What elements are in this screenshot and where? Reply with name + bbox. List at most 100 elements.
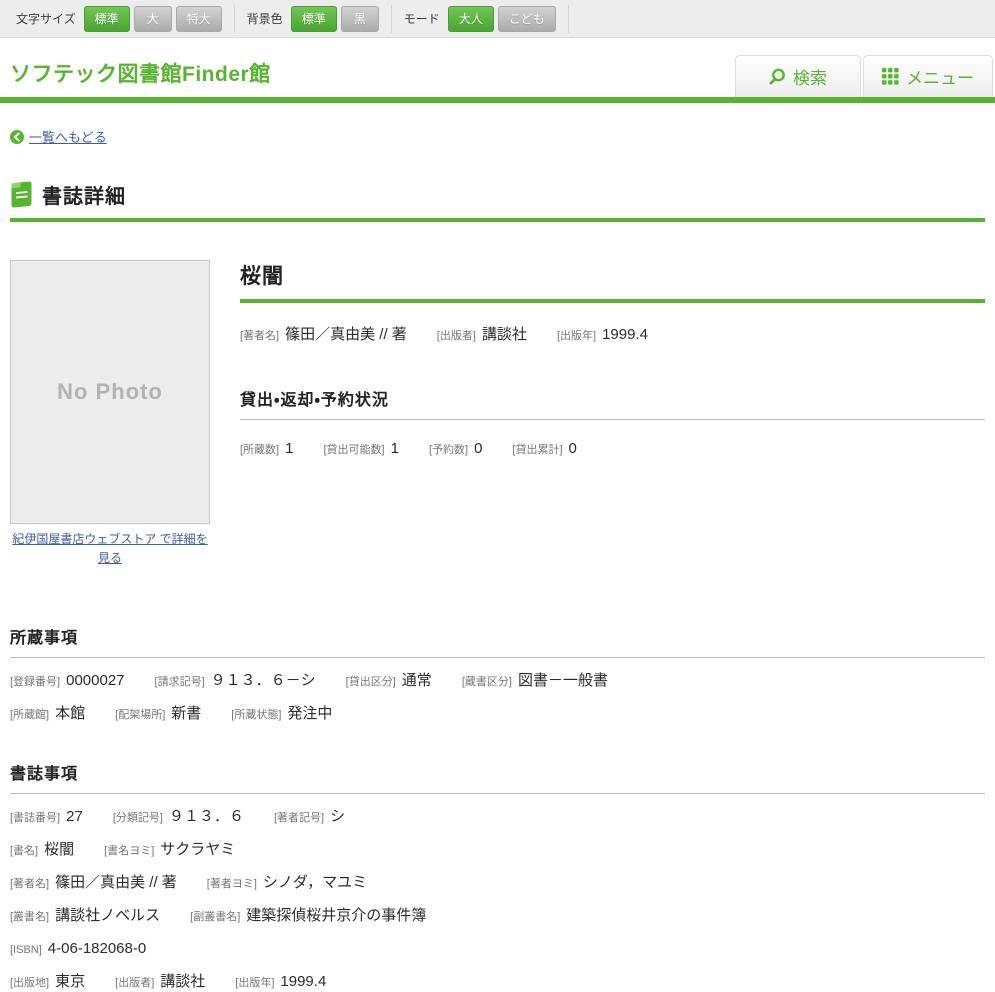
main-content: 一覧へもどる 書誌詳細 No Photo 紀伊国屋書店ウェブストア で詳細を見る… [0,127,995,992]
status-section-title: 貸出・返却・予約状況 [240,386,985,410]
field-value: 講談社 [160,973,205,990]
field: [貸出可能数]1 [323,440,398,457]
field-row: [叢書名]講談社ノベルス [副叢書名]建築探偵桜井京介の事件簿 [10,907,985,926]
field-value: 4-06-182068-0 [48,940,146,957]
kinokuniya-store-link[interactable]: 紀伊国屋書店ウェブストア で詳細を見る [10,530,210,568]
field: [予約数]0 [429,440,482,457]
field-value: 講談社ノベルス [55,907,160,924]
background-color-group: 背景色 標準黒 [235,5,392,33]
bibliography-section-title: 書誌事項 [10,760,985,784]
bibliography-section-rule [10,793,985,794]
field-label: [分類記号] [113,812,163,824]
toggle-button[interactable]: 大人 [448,6,494,32]
toggle-button[interactable]: 特大 [176,6,222,32]
field-label: [出版年] [235,977,274,989]
toggle-button[interactable]: 大 [134,6,172,32]
field: [貸出累計] 0 [512,440,576,457]
field-value: 篠田／真由美 // 著 [285,326,407,343]
field-label: [貸出累計] [512,444,562,456]
field-value: 桜闇 [44,841,74,858]
book-title: 桜闇 [240,260,985,290]
page-heading: 書誌詳細 [10,180,985,209]
field-label: [ISBN] [10,944,42,956]
no-photo-text: No Photo [57,379,163,405]
search-button[interactable]: 検索 [735,55,861,97]
field-label: [出版地] [10,977,49,989]
background-color-label: 背景色 [247,10,283,27]
field-value: シノダ，マユミ [263,874,367,891]
toggle-button[interactable]: 黒 [341,6,379,32]
circle-left-arrow-icon [10,130,24,144]
field-label: [登録番号] [10,676,60,688]
field-label: [所蔵状態] [231,709,281,721]
field-value: シ [330,808,345,825]
field-label: [著者記号] [274,812,324,824]
field: [書誌番号]27 [10,808,83,825]
field-label: [所蔵館] [10,709,49,721]
field-value: 1999.4 [280,973,326,990]
field-value: 本館 [55,705,85,722]
field-value: 1999.4 [602,326,648,343]
bibliography-fields: [書誌番号]27[分類記号]９１３．６[著者記号]シ[書名]桜闇[書名ヨミ]サク… [10,808,985,992]
font-size-group: 文字サイズ 標準大特大 [4,5,235,33]
field: [所蔵状態] 発注中 [231,705,332,722]
field-label: [著者名] [10,878,49,890]
field-value: 東京 [55,973,85,990]
mode-label: モード [404,10,440,27]
field-label: [蔵書区分] [462,676,512,688]
holdings-section-rule [10,657,985,658]
field-label: [著者ヨミ] [207,878,257,890]
field-value: 篠田／真由美 // 著 [55,874,177,891]
field: [書名ヨミ] サクラヤミ [104,841,235,858]
background-color-options: 標準黒 [291,6,379,32]
field-value: 1 [285,440,293,457]
field: [蔵書区分] 図書－一般書 [462,672,608,689]
page-title-rule [10,218,985,222]
book-detail: No Photo 紀伊国屋書店ウェブストア で詳細を見る 桜闇 [著者名] 篠田／… [10,260,985,568]
holdings-section: 所蔵事項 [登録番号]0000027[請求記号]９１３．６－シ[貸出区分]通常[… [10,624,985,724]
book-title-rule [240,299,985,303]
toggle-button[interactable]: こども [498,6,556,32]
toggle-button[interactable]: 標準 [291,6,337,32]
toggle-button[interactable]: 標準 [84,6,130,32]
field-row: [登録番号] 0000027 [請求記号]９１３．６－シ [貸出区分]通常 [蔵書区分]… [10,672,985,691]
field-row: [書名]桜闇 [書名ヨミ] サクラヤミ [10,841,985,860]
field-value: 0000027 [66,672,124,689]
magnifier-icon [769,68,786,85]
field: [副叢書名]建築探偵桜井京介の事件簿 [190,907,426,924]
field-label: [貸出可能数] [323,444,384,456]
field: [著者ヨミ] シノダ，マユミ [207,874,367,891]
book-icon [10,181,33,208]
field-value: ９１３．６－シ [211,672,316,689]
field: [出版者]講談社 [437,326,527,343]
field: [請求記号]９１３．６－シ [155,672,316,689]
field-value: 0 [569,440,577,457]
font-size-options: 標準大特大 [84,6,222,32]
field-value: 図書－一般書 [518,672,608,689]
field: [著者名] 篠田／真由美 // 著 [10,874,177,891]
book-meta: [著者名] 篠田／真由美 // 著 [出版者]講談社 [出版年] 1999.4 [240,323,985,344]
back-to-list-link[interactable]: 一覧へもどる [29,127,107,146]
field-value: 発注中 [287,705,332,722]
back-row: 一覧へもどる [10,127,985,146]
field-row: [出版地]東京[出版者]講談社[出版年]1999.4 [10,973,985,992]
field-label: [著者名] [240,330,279,342]
menu-button[interactable]: メニュー [863,55,993,97]
field-row: [著者名] 篠田／真由美 // 著 [著者ヨミ] シノダ，マユミ [10,874,985,893]
field-row: [所蔵館]本館[配架場所]新書[所蔵状態]発注中 [10,705,985,724]
field-label: [書誌番号] [10,812,60,824]
field: [貸出区分]通常 [346,672,432,689]
field: [著者名] 篠田／真由美 // 著 [240,326,407,343]
field-label: [予約数] [429,444,468,456]
field-value: 建築探偵桜井京介の事件簿 [246,907,426,924]
field-row: [ISBN] 4-06-182068-0 [10,940,985,959]
field-value: サクラヤミ [160,841,235,858]
field: [出版年] 1999.4 [557,326,648,343]
field: [書名]桜闇 [10,841,74,858]
field-label: [出版年] [557,330,596,342]
field-label: [書名ヨミ] [104,845,154,857]
field-label: [配架場所] [115,709,165,721]
grid-icon [882,68,899,85]
field: [叢書名]講談社ノベルス [10,907,160,924]
field-label: [出版者] [437,330,476,342]
